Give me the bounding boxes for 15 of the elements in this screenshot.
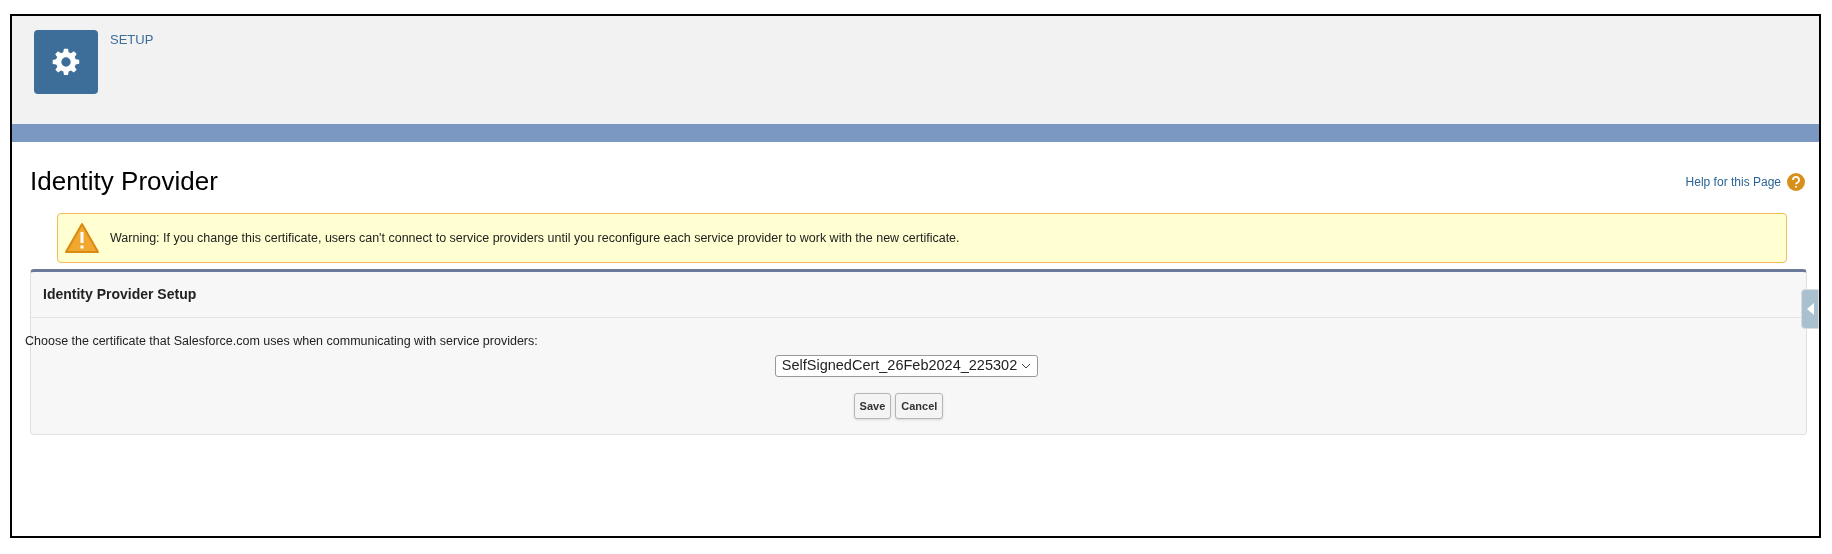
section-title: Identity Provider Setup xyxy=(43,285,197,304)
help-icon[interactable] xyxy=(1787,172,1805,191)
chevron-down-icon xyxy=(1021,362,1032,369)
app-label[interactable]: SETUP xyxy=(110,30,154,50)
warning-message: Warning: If you change this certificate, users can't connect to service providers until you reconfigure each service provider to work with the new certificate. xyxy=(110,229,960,247)
help-link[interactable]: Help for this Page xyxy=(1685,172,1781,191)
warning-icon xyxy=(64,222,100,254)
collapse-arrow-icon xyxy=(1806,303,1814,315)
settings-icon xyxy=(34,30,98,94)
certificate-select[interactable]: SelfSignedCert_26Feb2024_225302 xyxy=(774,354,1039,377)
cancel-button[interactable]: Cancel xyxy=(895,392,944,419)
side-panel-toggle[interactable] xyxy=(1801,289,1819,329)
certificate-prompt: Choose the certificate that Salesforce.com uses when communicating with service providers: xyxy=(25,333,539,350)
page-title: Identity Provider xyxy=(30,165,218,198)
save-button[interactable]: Save xyxy=(853,392,892,419)
